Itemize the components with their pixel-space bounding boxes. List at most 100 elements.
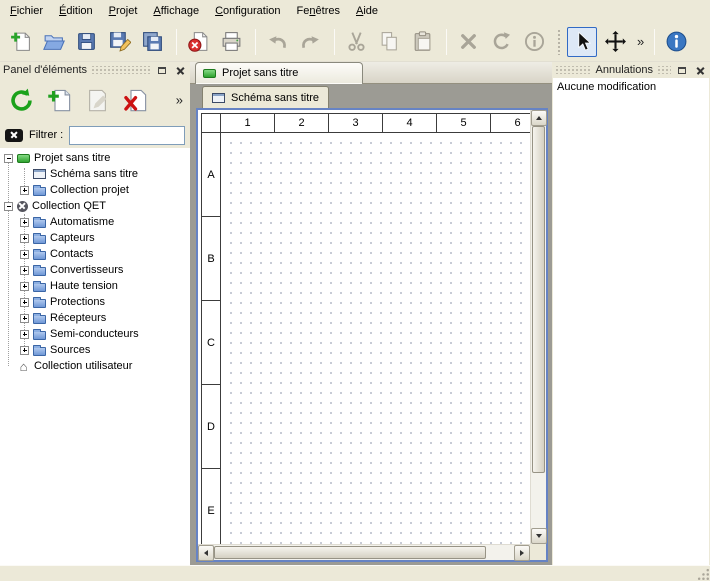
save-as-button[interactable] [104, 27, 134, 57]
tree-item-contacts[interactable]: Contacts [0, 246, 190, 262]
undo-dock-title: Annulations [596, 64, 654, 76]
paste-button[interactable] [407, 27, 437, 57]
status-bar [0, 565, 710, 581]
tree-item-diagram[interactable]: Schéma sans titre [0, 166, 190, 182]
dock-close-button[interactable] [173, 64, 187, 77]
paste-icon [411, 30, 434, 53]
reload-collections-button[interactable] [5, 84, 37, 116]
pan-tool-button[interactable] [600, 27, 630, 57]
select-tool-button[interactable] [567, 27, 597, 57]
diagram-grid[interactable] [222, 134, 530, 544]
open-file-button[interactable] [38, 27, 68, 57]
dock-grip [555, 66, 592, 74]
delete-button[interactable] [453, 27, 483, 57]
column-label: 5 [437, 114, 491, 133]
toolbar-overflow-button[interactable]: » [633, 34, 648, 49]
mdi-backdrop: Schéma sans titre 1 2 3 [190, 84, 552, 565]
dock-float-button[interactable] [675, 64, 689, 77]
tree-item-capteurs[interactable]: Capteurs [0, 230, 190, 246]
panel-toolbar-overflow-button[interactable]: » [172, 93, 187, 108]
expand-icon[interactable] [20, 186, 29, 195]
row-ruler: A B C D E [201, 133, 221, 544]
horizontal-scrollbar-thumb[interactable] [214, 546, 486, 559]
copy-button[interactable] [374, 27, 404, 57]
tree-item-recepteurs[interactable]: Récepteurs [0, 310, 190, 326]
redo-button[interactable] [295, 27, 325, 57]
tree-item-user-collection[interactable]: ⌂Collection utilisateur [0, 358, 190, 374]
scroll-down-button[interactable] [531, 528, 547, 544]
menu-projet[interactable]: Projet [101, 2, 146, 20]
vertical-scrollbar[interactable] [530, 110, 546, 544]
tab-diagram[interactable]: Schéma sans titre [202, 86, 329, 108]
vertical-scrollbar-thumb[interactable] [532, 126, 545, 473]
close-file-button[interactable] [183, 27, 213, 57]
project-tabbar: Projet sans titre [190, 62, 552, 84]
cut-button[interactable] [341, 27, 371, 57]
expand-icon[interactable] [20, 282, 29, 291]
undo-icon [266, 30, 289, 53]
print-icon [220, 30, 243, 53]
undo-button[interactable] [262, 27, 292, 57]
tree-item-protections[interactable]: Protections [0, 294, 190, 310]
clear-filter-icon[interactable] [5, 129, 23, 142]
toolbar-handle[interactable] [557, 29, 562, 55]
dock-close-button[interactable] [693, 64, 707, 77]
expand-icon[interactable] [20, 250, 29, 259]
save-all-icon [141, 30, 164, 53]
elements-panel-titlebar[interactable]: Panel d'éléments [0, 62, 190, 78]
filter-input[interactable] [69, 126, 185, 145]
expand-icon[interactable] [20, 346, 29, 355]
about-button[interactable] [661, 27, 691, 57]
column-label: 2 [275, 114, 329, 133]
menu-edition[interactable]: Édition [51, 2, 101, 20]
save-all-button[interactable] [137, 27, 167, 57]
scroll-right-button[interactable] [514, 545, 530, 561]
save-button[interactable] [71, 27, 101, 57]
column-ruler: 1 2 3 4 5 6 [221, 113, 530, 133]
tree-item-project-collection[interactable]: Collection projet [0, 182, 190, 198]
undo-list[interactable]: Aucune modification [553, 78, 709, 565]
column-label: 3 [329, 114, 383, 133]
scroll-up-button[interactable] [531, 110, 547, 126]
menu-configuration[interactable]: Configuration [207, 2, 288, 20]
undo-dock-titlebar[interactable]: Annulations [552, 62, 710, 78]
collapse-icon[interactable] [4, 154, 13, 163]
menu-aide[interactable]: Aide [348, 2, 386, 20]
edit-element-button[interactable] [81, 84, 113, 116]
menu-fichier[interactable]: Fichier [2, 2, 51, 20]
tree-item-project[interactable]: Projet sans titre [0, 150, 190, 166]
expand-icon[interactable] [20, 266, 29, 275]
print-button[interactable] [216, 27, 246, 57]
delete-icon [457, 30, 480, 53]
delete-element-button[interactable] [119, 84, 151, 116]
expand-icon[interactable] [20, 314, 29, 323]
dock-float-button[interactable] [155, 64, 169, 77]
arrow-down-icon [536, 534, 542, 538]
tree-item-sources[interactable]: Sources [0, 342, 190, 358]
tree-item-qet-collection[interactable]: Collection QET [0, 198, 190, 214]
new-file-button[interactable] [5, 27, 35, 57]
tree-item-semi-conducteurs[interactable]: Semi-conducteurs [0, 326, 190, 342]
diagram-canvas[interactable]: 1 2 3 4 5 6 A B C [198, 110, 530, 544]
diagram-tabbar: Schéma sans titre [196, 86, 548, 108]
menu-affichage[interactable]: Affichage [145, 2, 207, 20]
expand-icon[interactable] [20, 298, 29, 307]
tree-item-automatisme[interactable]: Automatisme [0, 214, 190, 230]
expand-icon[interactable] [20, 330, 29, 339]
expand-icon[interactable] [20, 218, 29, 227]
collapse-icon[interactable] [4, 202, 13, 211]
cut-icon [345, 30, 368, 53]
elements-tree[interactable]: Projet sans titre Schéma sans titre Coll… [0, 148, 190, 565]
resize-grip[interactable] [696, 567, 709, 580]
project-icon [17, 154, 30, 163]
tree-item-convertisseurs[interactable]: Convertisseurs [0, 262, 190, 278]
info-button[interactable] [519, 27, 549, 57]
expand-icon[interactable] [20, 234, 29, 243]
horizontal-scrollbar[interactable] [198, 544, 530, 560]
scroll-left-button[interactable] [198, 545, 214, 561]
menu-fenetres[interactable]: Fenêtres [289, 2, 348, 20]
tree-item-haute-tension[interactable]: Haute tension [0, 278, 190, 294]
new-element-button[interactable] [43, 84, 75, 116]
tab-project[interactable]: Projet sans titre [195, 62, 363, 84]
rotate-button[interactable] [486, 27, 516, 57]
